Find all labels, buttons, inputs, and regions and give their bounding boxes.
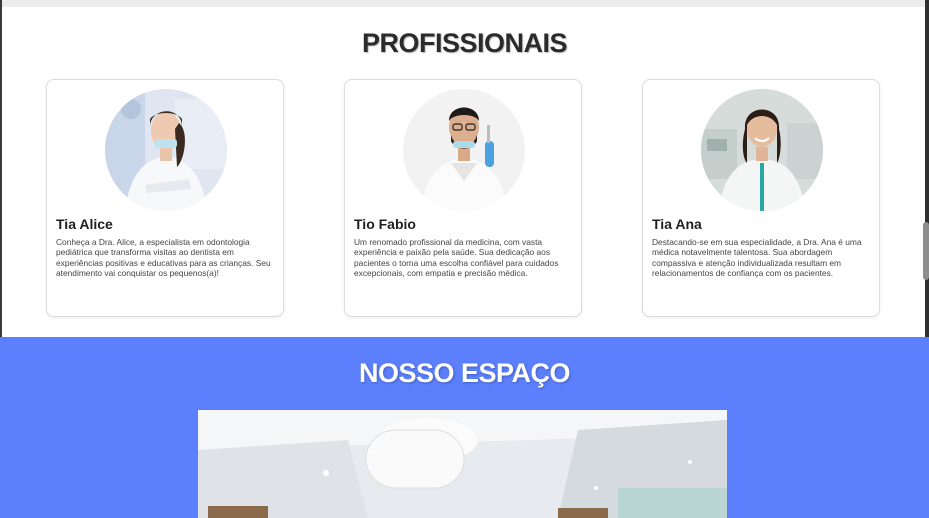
our-space-title: NOSSO ESPAÇO: [358, 358, 571, 388]
professional-name: Tio Fabio: [354, 216, 416, 232]
top-bar: [0, 0, 929, 7]
avatar-photo: [701, 89, 823, 211]
professional-card-alice: Tia Alice Conheça a Dra. Alice, a especi…: [46, 79, 284, 317]
avatar-photo: [105, 89, 227, 211]
professional-description: Destacando-se em sua especialidade, a Dr…: [652, 237, 862, 279]
professionals-title: PROFISSIONAIS: [361, 28, 568, 58]
professional-name: Tia Alice: [56, 216, 113, 232]
professional-description: Um renomado profissional da medicina, co…: [354, 237, 559, 279]
professional-description: Conheça a Dra. Alice, a especialista em …: [56, 237, 271, 279]
avatar-photo: [403, 89, 525, 211]
professional-card-fabio: Tio Fabio Um renomado profissional da me…: [344, 79, 582, 317]
scrollbar-thumb[interactable]: [923, 222, 929, 280]
professional-name: Tia Ana: [652, 216, 702, 232]
clinic-interior-photo: [198, 410, 727, 518]
professional-card-ana: Tia Ana Destacando-se em sua especialida…: [642, 79, 880, 317]
